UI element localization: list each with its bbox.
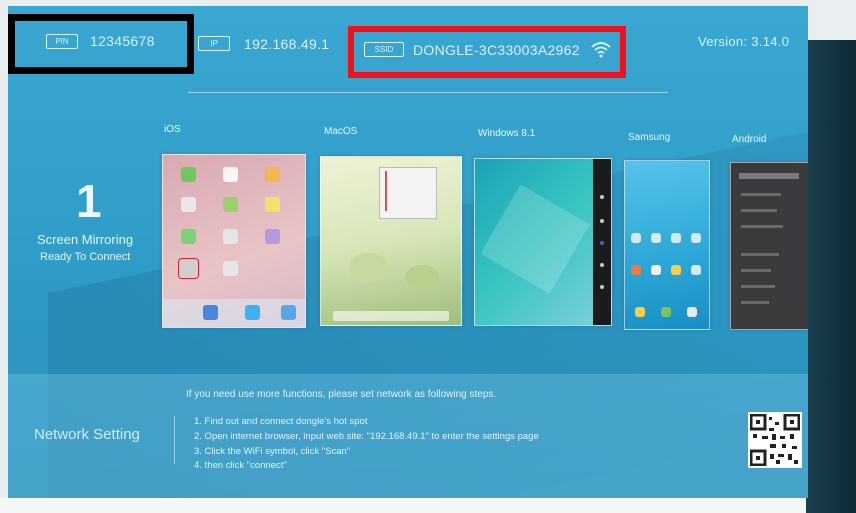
app-icon [223, 167, 238, 182]
network-step-3: 3. Click the WiFi symbol, click "Scan" [194, 446, 351, 457]
dock-icon [203, 305, 218, 320]
qr-code [748, 412, 802, 468]
ssid-highlight-box [348, 26, 626, 78]
settings-row [741, 269, 771, 272]
app-icon [181, 229, 196, 244]
settings-icon [600, 285, 604, 289]
app-icon [223, 261, 238, 276]
dock-icon [281, 305, 296, 320]
network-intro: If you need use more functions, please s… [186, 389, 497, 400]
macos-screenshot [320, 156, 462, 326]
app-icon [265, 167, 280, 182]
lily-pad [405, 265, 439, 289]
app-icon [671, 233, 681, 243]
background-strip [0, 498, 856, 513]
label-macos: MacOS [324, 126, 358, 137]
settings-row [741, 285, 775, 288]
mirroring-title: Screen Mirroring [37, 232, 134, 247]
settings-header [739, 173, 799, 179]
app-icon [181, 197, 196, 212]
start-icon [600, 241, 604, 245]
app-icon [223, 197, 238, 212]
network-step-2: 2. Open internet browser, input web site… [194, 431, 539, 442]
network-divider [174, 416, 175, 464]
label-windows: Windows 8.1 [478, 128, 536, 139]
dock-icon [245, 305, 260, 320]
app-icon [651, 233, 661, 243]
devices-icon [600, 263, 604, 267]
projector-bezel [806, 40, 856, 513]
app-icon [181, 167, 196, 182]
settings-row [741, 225, 783, 228]
app-icon [631, 233, 641, 243]
app-icon [651, 265, 661, 275]
mirroring-status: Ready To Connect [40, 251, 131, 263]
settings-row [741, 301, 769, 304]
share-icon [600, 219, 604, 223]
dock-icon [687, 307, 697, 317]
ios-screenshot [162, 154, 306, 328]
settings-row [741, 209, 777, 212]
network-step-1: 1. Find out and connect dongle's hot spo… [194, 416, 368, 427]
app-icon [223, 229, 238, 244]
label-samsung: Samsung [628, 132, 671, 143]
ip-value: 192.168.49.1 [244, 36, 330, 52]
macos-dock [333, 311, 449, 321]
windows-screenshot [474, 158, 612, 326]
qr-code-pattern [749, 413, 801, 467]
samsung-screenshot [624, 160, 710, 330]
mirroring-count: 1 [76, 175, 102, 227]
ip-chip: IP [198, 36, 230, 51]
label-android: Android [732, 134, 767, 145]
version-text: Version: 3.14.0 [698, 34, 790, 49]
menu-list [385, 171, 431, 211]
app-icon [691, 233, 701, 243]
pin-highlight-box [8, 14, 194, 74]
search-icon [600, 195, 604, 199]
lily-pad [349, 253, 389, 283]
app-icon [265, 229, 280, 244]
android-screenshot [730, 162, 808, 330]
dock-icon [635, 307, 645, 317]
settings-row [741, 253, 779, 256]
projector-screen: PIN 12345678 IP 192.168.49.1 SSID DONGLE… [8, 6, 808, 498]
app-icon-selected [178, 258, 199, 279]
app-icon [265, 197, 280, 212]
app-icon [631, 265, 641, 275]
label-ios: iOS [164, 124, 181, 135]
charms-bar [593, 159, 611, 325]
dock-icon [661, 307, 671, 317]
wallpaper-shape [480, 184, 590, 294]
app-icon [691, 265, 701, 275]
app-icon [671, 265, 681, 275]
top-divider [188, 92, 668, 93]
ios-dock [163, 299, 305, 327]
network-setting-title: Network Setting [34, 426, 140, 443]
settings-row [741, 193, 781, 196]
network-step-4: 4. then click "connect" [194, 460, 287, 471]
